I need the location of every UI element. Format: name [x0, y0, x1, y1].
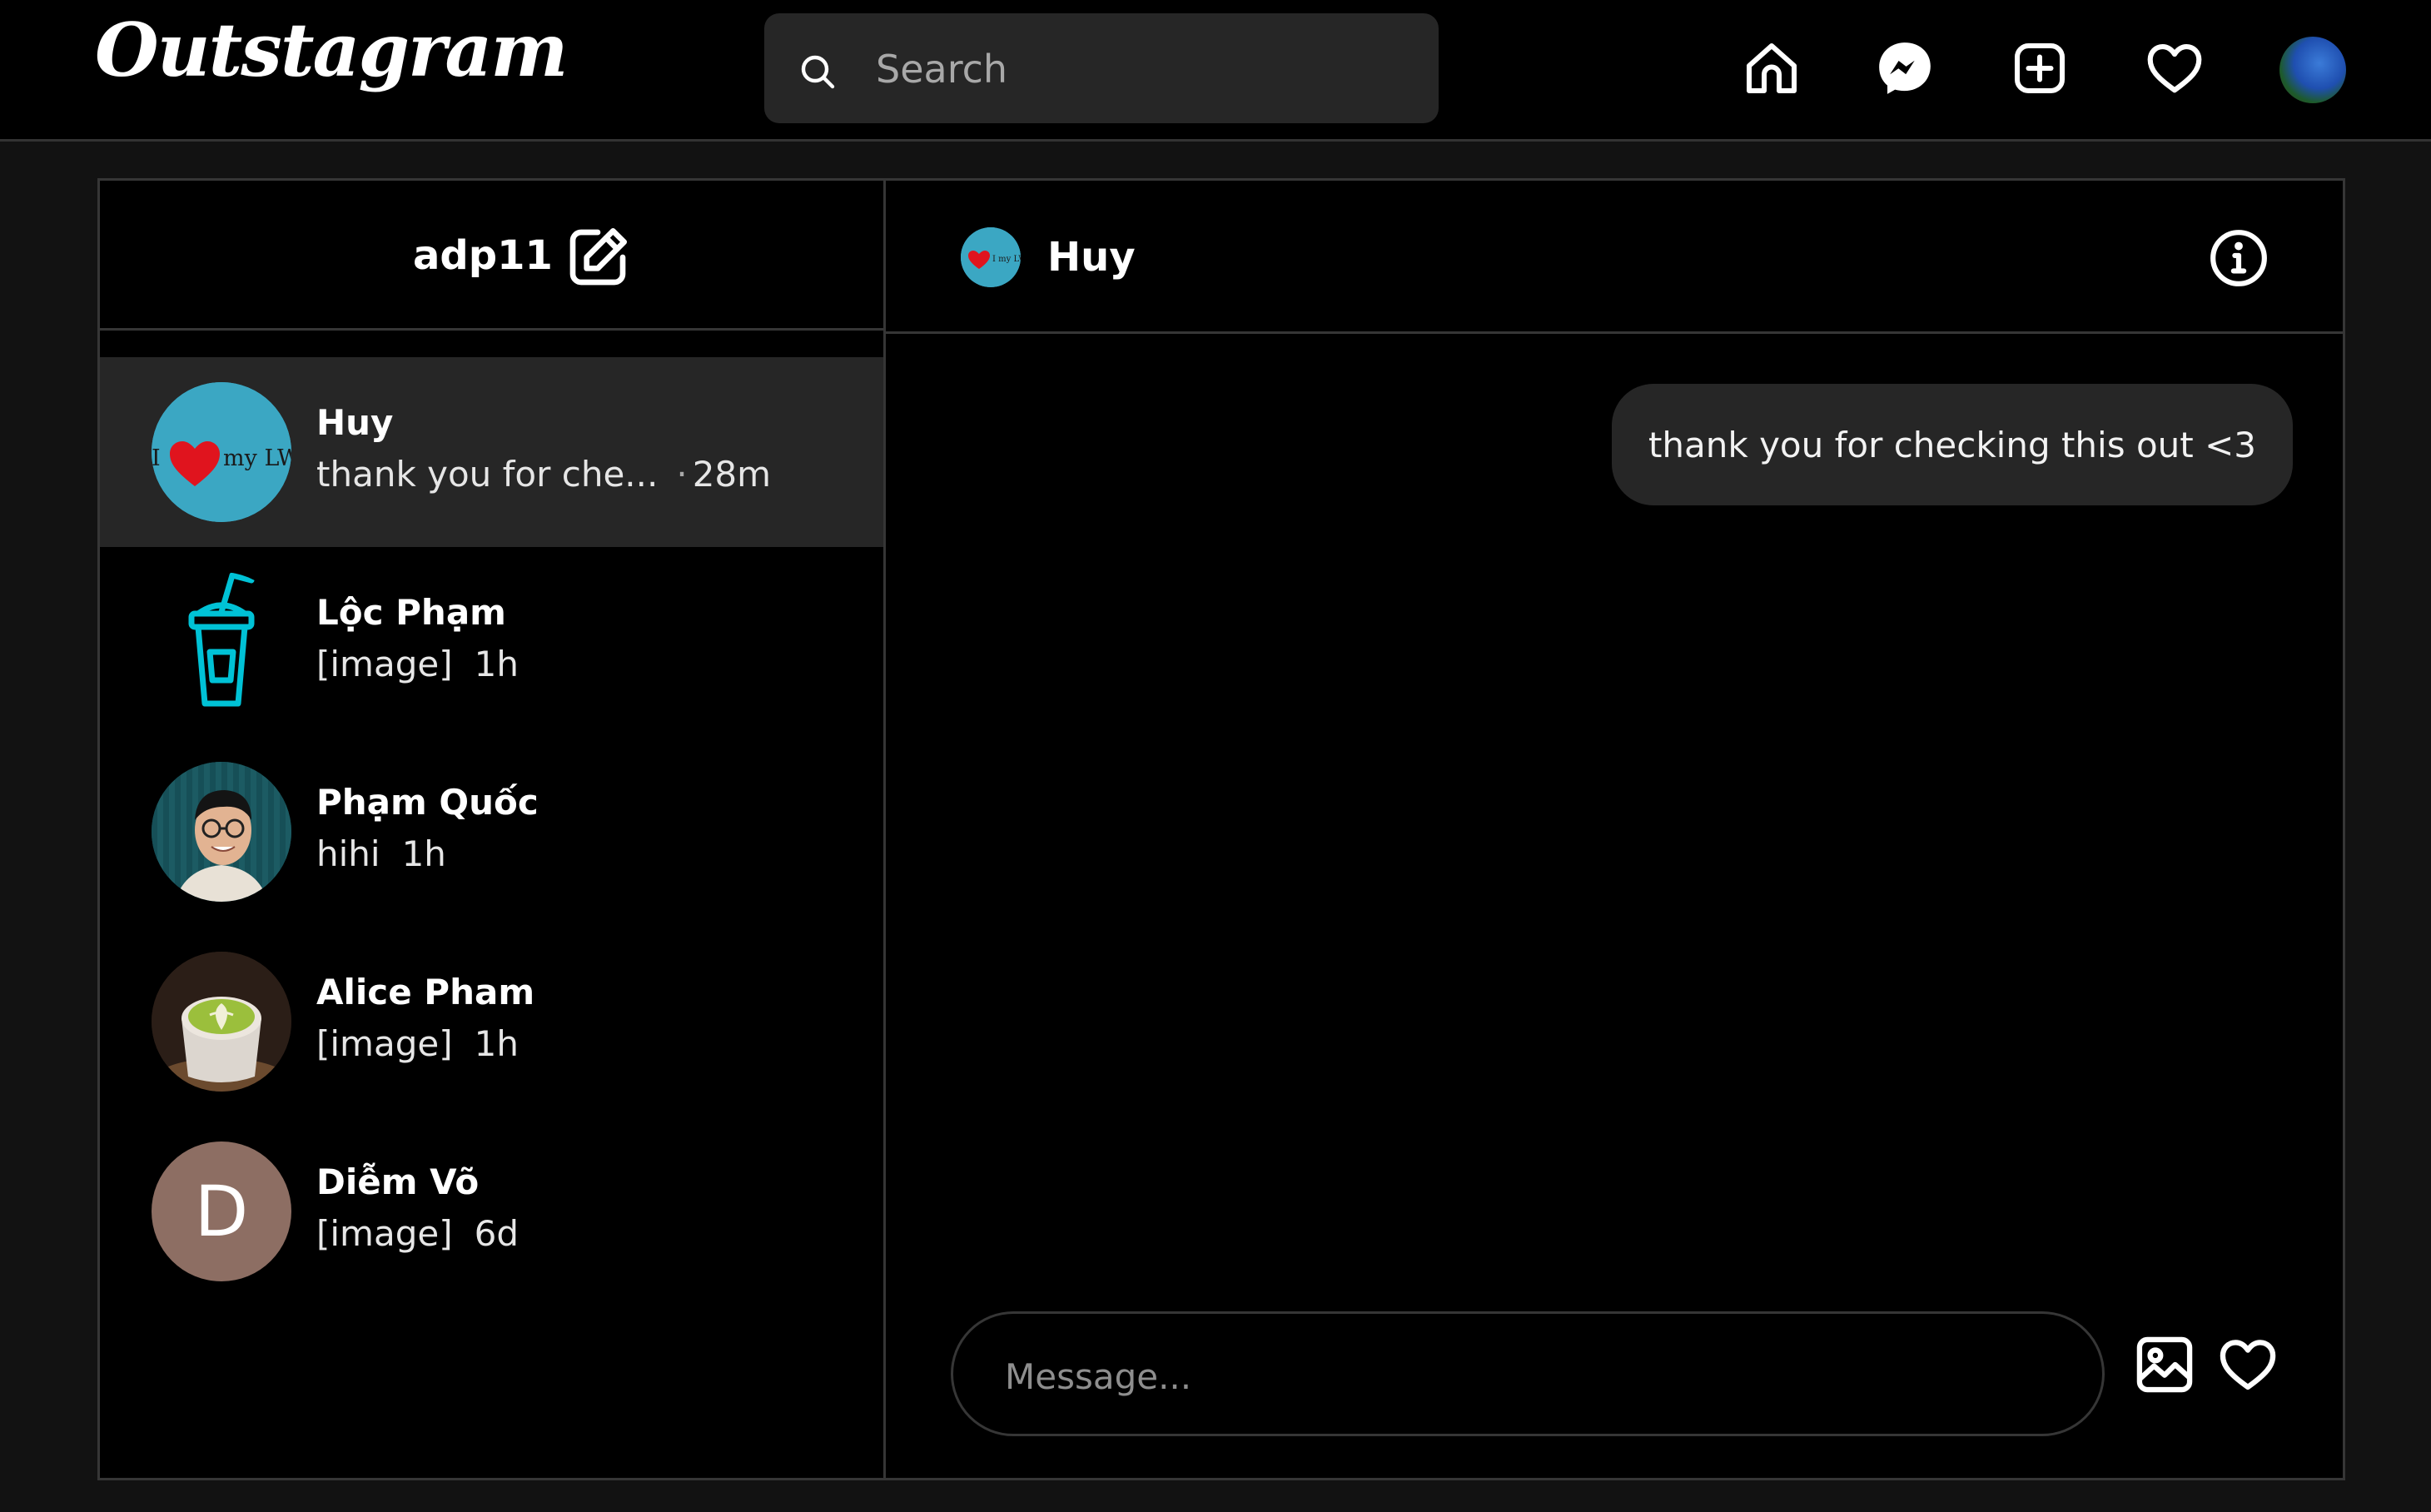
heart-icon	[2147, 44, 2202, 93]
search-bar[interactable]	[764, 13, 1439, 123]
heart-logo-avatar: my LW I	[152, 382, 291, 522]
preview-time: 1h	[474, 1023, 519, 1064]
recipient-name[interactable]: Huy	[1047, 234, 1136, 281]
conversation-name: Lộc Phạm	[316, 592, 506, 633]
preview-time: 6d	[474, 1213, 519, 1254]
drink-cup-icon	[188, 572, 255, 707]
inbox-username[interactable]: adp11	[413, 232, 553, 279]
top-navbar: Outstagram	[0, 0, 2431, 142]
messenger-button[interactable]	[1870, 33, 1940, 103]
heart-icon[interactable]	[2215, 1333, 2281, 1396]
new-post-button[interactable]	[2005, 33, 2075, 103]
message-input[interactable]	[1003, 1342, 2056, 1410]
preview-text: [image]	[316, 1023, 453, 1064]
preview-time: 1h	[474, 644, 519, 684]
person-photo-avatar	[152, 762, 291, 902]
preview-time: 1h	[401, 833, 446, 874]
preview-text: [image]	[316, 1213, 453, 1254]
conversation-item[interactable]: my LW I Huy thank you for che... · 28m	[100, 357, 883, 547]
conversation-name: Phạm Quốc	[316, 782, 539, 823]
inbox-header: adp11	[100, 181, 883, 331]
preview-text: hihi	[316, 833, 380, 874]
search-icon	[801, 55, 835, 89]
conversation-preview: hihi 1h	[316, 833, 446, 874]
avatar	[152, 952, 291, 1092]
preview-separator: ·	[676, 454, 688, 495]
avatar: D	[152, 1141, 291, 1281]
preview-text: thank you for che...	[316, 454, 659, 495]
conversation-name: Huy	[316, 402, 394, 443]
search-input[interactable]	[874, 32, 1410, 107]
conversation-preview: [image] 1h	[316, 1023, 519, 1064]
preview-text: [image]	[316, 644, 453, 684]
heart-logo-avatar: I my LW	[961, 227, 1021, 287]
avatar: my LW I	[152, 382, 291, 522]
app-logo[interactable]: Outstagram	[95, 7, 569, 93]
avatar	[152, 572, 291, 712]
svg-text:I: I	[152, 445, 161, 471]
conversation-name: Alice Pham	[316, 972, 535, 1012]
conversation-item[interactable]: Alice Pham [image] 1h	[100, 927, 883, 1117]
message-composer[interactable]	[951, 1311, 2105, 1436]
profile-avatar[interactable]	[2279, 37, 2346, 103]
avatar-text: I my LW	[992, 255, 1021, 264]
preview-time: 28m	[692, 454, 772, 495]
conversation-name: Diễm Võ	[316, 1161, 480, 1202]
conversation-preview: [image] 1h	[316, 644, 519, 684]
home-icon	[1747, 43, 1797, 93]
recipient-avatar[interactable]: I my LW	[961, 227, 1021, 287]
compose-icon[interactable]	[564, 224, 631, 291]
new-post-icon	[2015, 43, 2065, 93]
conversation-preview: thank you for che... · 28m	[316, 454, 771, 495]
inbox-sidebar: adp11 my LW I Huy thank you for che... · 2…	[100, 181, 886, 1478]
home-button[interactable]	[1737, 33, 1807, 103]
chat-header: I my LW Huy	[886, 181, 2343, 334]
conversation-item[interactable]: Lộc Phạm [image] 1h	[100, 547, 883, 737]
conversation-item[interactable]: Phạm Quốc hihi 1h	[100, 737, 883, 927]
messenger-icon	[1879, 42, 1931, 94]
avatar	[152, 762, 291, 902]
image-upload-icon[interactable]	[2133, 1333, 2196, 1396]
conversation-preview: [image] 6d	[316, 1213, 519, 1254]
matcha-latte-avatar	[152, 952, 291, 1092]
activity-button[interactable]	[2140, 33, 2210, 103]
info-icon[interactable]	[2208, 227, 2269, 289]
conversation-item[interactable]: D Diễm Võ [image] 6d	[100, 1117, 883, 1306]
message-bubble-sent: thank you for checking this out <3	[1611, 384, 2293, 505]
chat-area: I my LW Huy thank you for checking this …	[886, 181, 2343, 1478]
svg-text:my LW: my LW	[223, 445, 291, 471]
messages-panel: adp11 my LW I Huy thank you for che... · 2…	[97, 178, 2345, 1480]
